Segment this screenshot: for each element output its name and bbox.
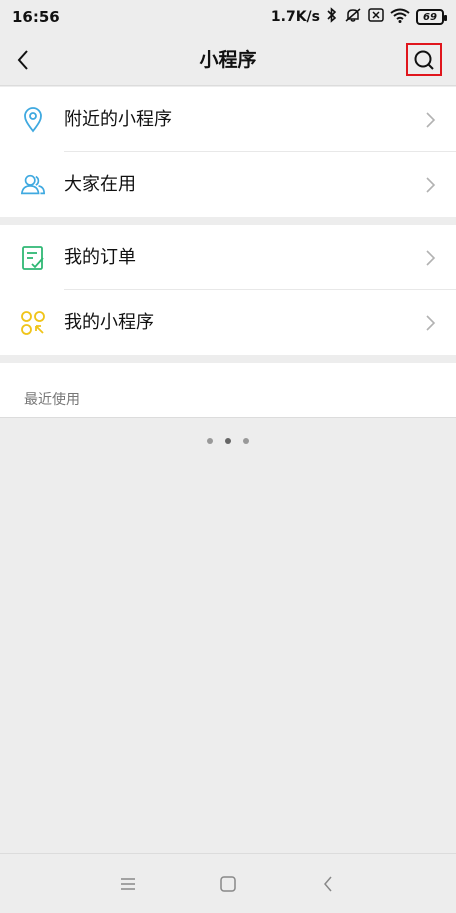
mini-program-grid-icon [20,310,46,336]
users-icon [20,172,46,198]
pager-dot-active [225,438,231,444]
battery-icon: 69 [416,9,447,25]
menu-group-mine: 我的订单 我的小程序 [0,225,456,355]
menu-item-label: 附近的小程序 [64,109,172,130]
sim-icon [368,8,384,26]
notifications-off-icon [344,7,362,27]
recent-section: 最近使用 [0,363,456,418]
status-bar: 16:56 1.7K/s 69 [0,0,456,34]
pager-dot [207,438,213,444]
network-speed: 1.7K/s [270,9,320,25]
order-list-icon [20,245,46,271]
menu-icon [121,877,135,890]
pager-dots [0,438,456,444]
home-icon [220,875,236,892]
menu-group-discover: 附近的小程序 大家在用 [0,87,456,217]
menu-item-label: 我的订单 [64,247,136,268]
search-button[interactable] [406,43,442,76]
system-nav-bar [0,853,456,913]
chevron-right-icon [426,112,436,128]
menu-item-my-orders[interactable]: 我的订单 [0,225,456,290]
menu-item-label: 我的小程序 [64,312,154,333]
pager-dot [243,438,249,444]
navigation-bar: 小程序 [0,34,456,86]
chevron-right-icon [426,177,436,193]
page-title: 小程序 [199,49,257,71]
status-time: 16:56 [12,8,60,26]
chevron-right-icon [426,315,436,331]
wifi-icon [390,8,410,27]
system-back-button[interactable] [317,873,339,895]
menu-item-nearby[interactable]: 附近的小程序 [0,87,456,152]
back-icon [324,876,332,891]
status-icons: 1.7K/s 69 [270,7,447,27]
menu-item-my-mini-programs[interactable]: 我的小程序 [0,290,456,355]
location-pin-icon [20,107,46,133]
chevron-right-icon [426,250,436,266]
home-button[interactable] [217,873,239,895]
menu-button[interactable] [117,873,139,895]
recent-section-title: 最近使用 [24,392,80,408]
bluetooth-icon [326,7,338,27]
menu-item-popular[interactable]: 大家在用 [0,152,456,217]
menu-item-label: 大家在用 [64,174,136,195]
search-icon [414,50,434,70]
